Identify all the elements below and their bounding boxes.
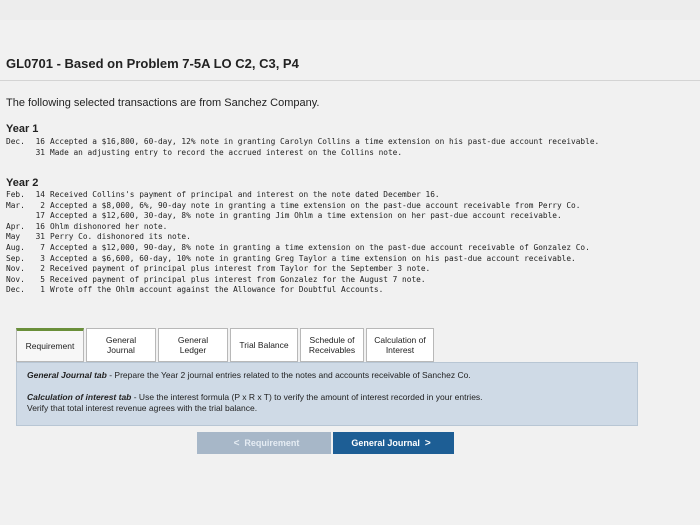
instruction-line-3: Verify that total interest revenue agree… xyxy=(27,403,258,413)
instruction-line-2: Calculation of interest tab - Use the in… xyxy=(27,392,483,402)
transaction-row: Nov. 5 Received payment of principal plus … xyxy=(6,275,590,286)
tab-general-ledger[interactable]: General Ledger xyxy=(158,328,228,362)
tab-calculation-line2: Interest xyxy=(385,345,415,355)
next-general-journal-button[interactable]: General Journal > xyxy=(333,432,454,454)
transaction-description: Received payment of principal plus inter… xyxy=(50,264,431,274)
top-bar xyxy=(0,0,700,20)
title-divider xyxy=(0,80,700,81)
transaction-description: Received Collins's payment of principal … xyxy=(50,190,440,199)
tab-schedule-of-receivables[interactable]: Schedule of Receivables xyxy=(300,328,364,362)
transaction-description: Ohlm dishonored her note. xyxy=(50,221,168,231)
next-button-label: General Journal xyxy=(351,438,420,448)
tab-trial-balance[interactable]: Trial Balance xyxy=(230,328,298,362)
instruction-text-interest: - Use the interest formula (P x R x T) t… xyxy=(131,392,483,402)
transaction-row: Apr. 16 Ohlm dishonored her note. xyxy=(6,222,590,233)
tab-general-ledger-line2: Ledger xyxy=(179,345,207,355)
prev-button-label: Requirement xyxy=(244,438,300,448)
intro-text: The following selected transactions are … xyxy=(6,97,320,109)
transaction-day: 16 xyxy=(35,221,45,231)
tab-general-journal-line2: Journal xyxy=(107,345,135,355)
transaction-month: Feb. xyxy=(6,190,25,199)
year1-transactions: Dec. 16 Accepted a $16,800, 60-day, 12% no… xyxy=(6,137,599,158)
transaction-day: 3 xyxy=(40,253,45,263)
transaction-row: Dec. 16 Accepted a $16,800, 60-day, 12% no… xyxy=(6,137,599,148)
transaction-day: 31 xyxy=(35,147,45,157)
transaction-month xyxy=(6,148,30,159)
tab-schedule-line2: Receivables xyxy=(308,345,356,355)
chevron-right-icon: > xyxy=(424,437,431,449)
transaction-description: Accepted a $8,000, 6%, 90-day note in gr… xyxy=(50,200,581,210)
transaction-month: Apr. xyxy=(6,221,25,231)
transaction-day: 5 xyxy=(40,274,45,284)
transaction-row: May 31 Perry Co. dishonored its note. xyxy=(6,232,590,243)
transaction-day: 2 xyxy=(40,200,45,210)
tab-calculation-of-interest[interactable]: Calculation of Interest xyxy=(366,328,434,362)
year2-heading: Year 2 xyxy=(6,177,39,189)
transaction-month: Aug. xyxy=(6,242,25,252)
page-title: GL0701 - Based on Problem 7-5A LO C2, C3… xyxy=(6,56,299,71)
transaction-description: Accepted a $6,600, 60-day, 10% note in g… xyxy=(50,253,576,263)
transaction-row: Aug. 7 Accepted a $12,000, 90-day, 8% note… xyxy=(6,243,590,254)
tab-requirement[interactable]: Requirement xyxy=(16,328,84,362)
transaction-day: 7 xyxy=(40,242,45,252)
tab-bar: Requirement General Journal General Ledg… xyxy=(16,326,436,362)
transaction-row: Sep. 3 Accepted a $6,600, 60-day, 10% note… xyxy=(6,254,590,265)
transaction-row: 17 Accepted a $12,600, 30-day, 8% note in… xyxy=(6,211,590,222)
transaction-description: Received payment of principal plus inter… xyxy=(50,274,426,284)
transaction-row: Feb. 14 Received Collins's payment of prin… xyxy=(6,190,590,201)
transaction-month: Dec. xyxy=(6,285,25,295)
prev-requirement-button[interactable]: < Requirement xyxy=(197,432,331,454)
transaction-row: 31 Made an adjusting entry to record the … xyxy=(6,148,599,159)
transaction-month: May xyxy=(6,232,21,242)
chevron-left-icon: < xyxy=(233,437,240,449)
instruction-line-1: General Journal tab - Prepare the Year 2… xyxy=(27,370,471,380)
transaction-month: Dec. xyxy=(6,137,25,146)
tab-general-journal-line1: General xyxy=(105,335,137,345)
transaction-description: Perry Co. dishonored its note. xyxy=(50,232,191,242)
instruction-text-journal: - Prepare the Year 2 journal entries rel… xyxy=(106,370,471,380)
transaction-row: Mar. 2 Accepted a $8,000, 6%, 90-day note … xyxy=(6,201,590,212)
year2-transactions: Feb. 14 Received Collins's payment of prin… xyxy=(6,190,590,296)
transaction-row: Nov. 2 Received payment of principal plus … xyxy=(6,264,590,275)
transaction-month: Sep. xyxy=(6,253,25,263)
transaction-description: Accepted a $12,600, 30-day, 8% note in g… xyxy=(50,211,562,221)
instruction-panel: General Journal tab - Prepare the Year 2… xyxy=(16,362,638,426)
tab-general-journal[interactable]: General Journal xyxy=(86,328,156,362)
instruction-label-interest: Calculation of interest tab xyxy=(27,392,132,402)
transaction-day: 31 xyxy=(35,232,45,242)
tab-requirement-label: Requirement xyxy=(25,341,75,351)
year1-heading: Year 1 xyxy=(6,123,39,135)
transaction-day: 16 xyxy=(35,137,45,146)
transaction-row: Dec. 1 Wrote off the Ohlm account against … xyxy=(6,285,590,296)
transaction-day: 2 xyxy=(40,264,45,274)
transaction-day: 1 xyxy=(40,285,45,295)
tab-calculation-line1: Calculation of xyxy=(374,335,426,345)
tab-trial-balance-label: Trial Balance xyxy=(239,340,289,350)
transaction-day: 17 xyxy=(35,211,45,221)
transaction-description: Made an adjusting entry to record the ac… xyxy=(50,147,403,157)
transaction-month: Nov. xyxy=(6,264,25,274)
transaction-day: 14 xyxy=(35,190,45,199)
transaction-description: Accepted a $12,000, 90-day, 8% note in g… xyxy=(50,242,590,252)
transaction-month: Nov. xyxy=(6,274,25,284)
transaction-description: Wrote off the Ohlm account against the A… xyxy=(50,285,384,295)
transaction-month xyxy=(6,211,30,222)
transaction-description: Accepted a $16,800, 60-day, 12% note in … xyxy=(50,137,600,146)
transaction-month: Mar. xyxy=(6,200,25,210)
instruction-label-journal: General Journal tab xyxy=(27,370,107,380)
tab-schedule-line1: Schedule of xyxy=(309,335,355,345)
tab-general-ledger-line1: General xyxy=(177,335,209,345)
